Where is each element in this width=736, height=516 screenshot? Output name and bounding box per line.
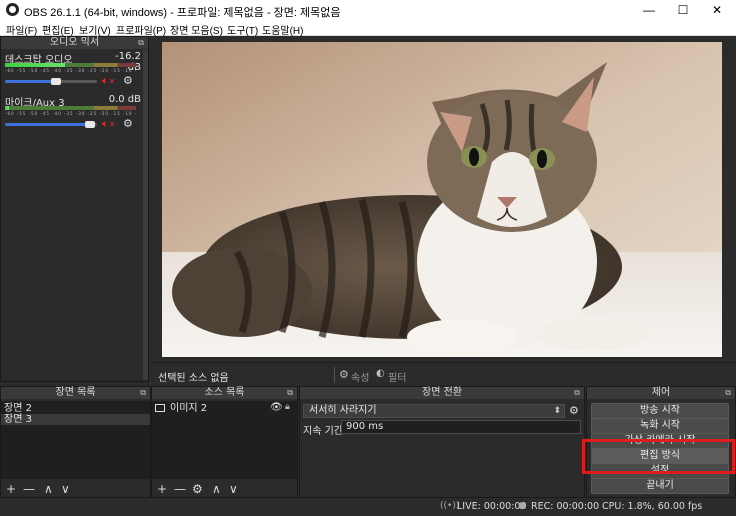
close-button[interactable]: ✕	[700, 0, 734, 20]
track-level: 0.0 dB	[108, 94, 141, 105]
window-title: OBS 26.1.1 (64-bit, windows) - 프로파일: 제목없…	[24, 7, 341, 19]
menu-scene-collection[interactable]: 장면 모음(S)	[170, 22, 223, 37]
cat-photo	[162, 42, 722, 357]
live-timer: LIVE: 00:00:00	[457, 501, 527, 512]
menu-view[interactable]: 보기(V)	[79, 22, 111, 37]
add-icon[interactable]: +	[157, 483, 167, 495]
transitions-title: 장면 전환	[422, 387, 462, 398]
add-icon[interactable]: +	[6, 483, 16, 495]
audio-mixer-panel: 오디오 믹서 ⧉ 데스크탑 오디오 -16.2 dB -60 -55 -50 -…	[0, 36, 149, 382]
properties-button[interactable]: 속성	[351, 369, 369, 384]
filter-icon[interactable]: ◐	[376, 368, 385, 379]
mute-speaker-icon[interactable]: 🔈︎✕	[102, 118, 116, 130]
menu-tools[interactable]: 도구(T)	[227, 22, 258, 37]
gear-icon[interactable]: ⚙	[569, 404, 579, 417]
lock-icon[interactable]: 🔒︎	[285, 402, 290, 413]
scene-list: 장면 2 장면 3	[1, 401, 150, 479]
mute-speaker-icon[interactable]: 🔈︎✕	[102, 75, 116, 87]
mixer-scrollbar[interactable]	[143, 50, 148, 380]
obs-logo-icon	[6, 3, 19, 16]
audio-mixer-header: 오디오 믹서 ⧉	[1, 37, 148, 49]
menu-bar: 파일(F) 편집(E) 보기(V) 프로파일(P) 장면 모음(S) 도구(T)…	[0, 20, 736, 37]
volume-slider-handle[interactable]	[84, 121, 95, 128]
dock-float-icon[interactable]: ⧉	[574, 387, 580, 399]
menu-profile[interactable]: 프로파일(P)	[116, 22, 166, 37]
source-name: 이미지 2	[170, 403, 208, 414]
move-down-icon[interactable]: ∨	[61, 483, 70, 495]
transition-select[interactable]: 서서히 사라지기 ⬍	[303, 404, 565, 418]
selected-source-label: 선택된 소스 없음	[158, 373, 229, 384]
status-bar: ((•)) LIVE: 00:00:00 ● REC: 00:00:00 CPU…	[0, 498, 736, 516]
record-dot-icon: ●	[518, 501, 526, 511]
image-source-icon	[155, 404, 165, 412]
meter-ticks: -60 -55 -50 -45 -40 -35 -30 -25 -20 -15 …	[5, 111, 136, 116]
move-down-icon[interactable]: ∨	[229, 483, 238, 495]
dock-float-icon[interactable]: ⧉	[138, 37, 144, 49]
scenes-header: 장면 목록 ⧉	[1, 387, 150, 399]
gear-icon[interactable]: ⚙	[123, 118, 135, 130]
preview-image[interactable]	[162, 42, 722, 357]
controls-title: 제어	[651, 387, 671, 398]
move-up-icon[interactable]: ∧	[212, 483, 221, 495]
gear-icon[interactable]: ⚙	[339, 368, 349, 381]
dock-float-icon[interactable]: ⧉	[725, 387, 731, 399]
cpu-fps: CPU: 1.8%, 60.00 fps	[602, 501, 703, 512]
volume-slider[interactable]	[5, 80, 56, 83]
meter-ticks: -60 -55 -50 -45 -40 -35 -30 -25 -20 -15 …	[5, 68, 136, 73]
duration-value: 900 ms	[346, 421, 384, 432]
dock-float-icon[interactable]: ⧉	[287, 387, 293, 399]
controls-header: 제어 ⧉	[587, 387, 735, 399]
rec-timer: REC: 00:00:00	[531, 501, 600, 512]
volume-slider[interactable]	[5, 123, 90, 126]
start-recording-button[interactable]: 녹화 시작	[591, 418, 729, 434]
move-up-icon[interactable]: ∧	[44, 483, 53, 495]
menu-edit[interactable]: 편집(E)	[42, 22, 74, 37]
transitions-panel: 장면 전환 ⧉ 서서히 사라지기 ⬍ ⚙ 지속 기간 900 ms	[299, 386, 585, 498]
audio-meter-level	[5, 106, 9, 110]
divider	[334, 367, 335, 383]
sources-title: 소스 목록	[204, 387, 245, 398]
audio-meter-level	[5, 63, 65, 67]
sources-panel: 소스 목록 ⧉ 이미지 2 👁︎ 🔒︎ + — ⚙ ∧ ∨	[151, 386, 298, 498]
sources-header: 소스 목록 ⧉	[152, 387, 297, 399]
source-toolbar: 선택된 소스 없음 ⚙ 속성 ◐ 필터	[151, 362, 736, 386]
source-list: 이미지 2 👁︎ 🔒︎	[152, 401, 297, 479]
maximize-button[interactable]: ☐	[666, 0, 700, 20]
volume-slider-handle[interactable]	[50, 78, 61, 85]
start-streaming-button[interactable]: 방송 시작	[591, 403, 729, 419]
list-item[interactable]: 장면 2	[1, 403, 150, 414]
list-item[interactable]: 이미지 2 👁︎ 🔒︎	[152, 402, 297, 414]
title-bar: OBS 26.1.1 (64-bit, windows) - 프로파일: 제목없…	[0, 0, 736, 20]
menu-help[interactable]: 도움말(H)	[262, 22, 303, 37]
scenes-panel: 장면 목록 ⧉ 장면 2 장면 3 + — ∧ ∨	[0, 386, 151, 498]
menu-file[interactable]: 파일(F)	[6, 22, 37, 37]
dock-float-icon[interactable]: ⧉	[140, 387, 146, 399]
list-item[interactable]: 장면 3	[1, 414, 150, 425]
duration-input[interactable]: 900 ms	[341, 420, 581, 434]
filters-button[interactable]: 필터	[388, 369, 406, 384]
eye-icon[interactable]: 👁︎	[270, 402, 283, 413]
gear-icon[interactable]: ⚙	[192, 483, 203, 495]
exit-button[interactable]: 끝내기	[591, 478, 729, 494]
transitions-header: 장면 전환 ⧉	[300, 387, 584, 399]
audio-meter	[5, 106, 136, 110]
audio-mixer-title: 오디오 믹서	[49, 37, 100, 48]
gear-icon[interactable]: ⚙	[123, 75, 135, 87]
minimize-button[interactable]: —	[632, 0, 666, 20]
spinner-icon: ⬍	[553, 406, 561, 416]
scenes-title: 장면 목록	[55, 387, 96, 398]
highlight-box	[582, 439, 735, 474]
remove-icon[interactable]: —	[174, 483, 186, 495]
duration-label: 지속 기간	[303, 426, 343, 437]
remove-icon[interactable]: —	[23, 483, 35, 495]
transition-select-value: 서서히 사라지기	[309, 405, 377, 416]
